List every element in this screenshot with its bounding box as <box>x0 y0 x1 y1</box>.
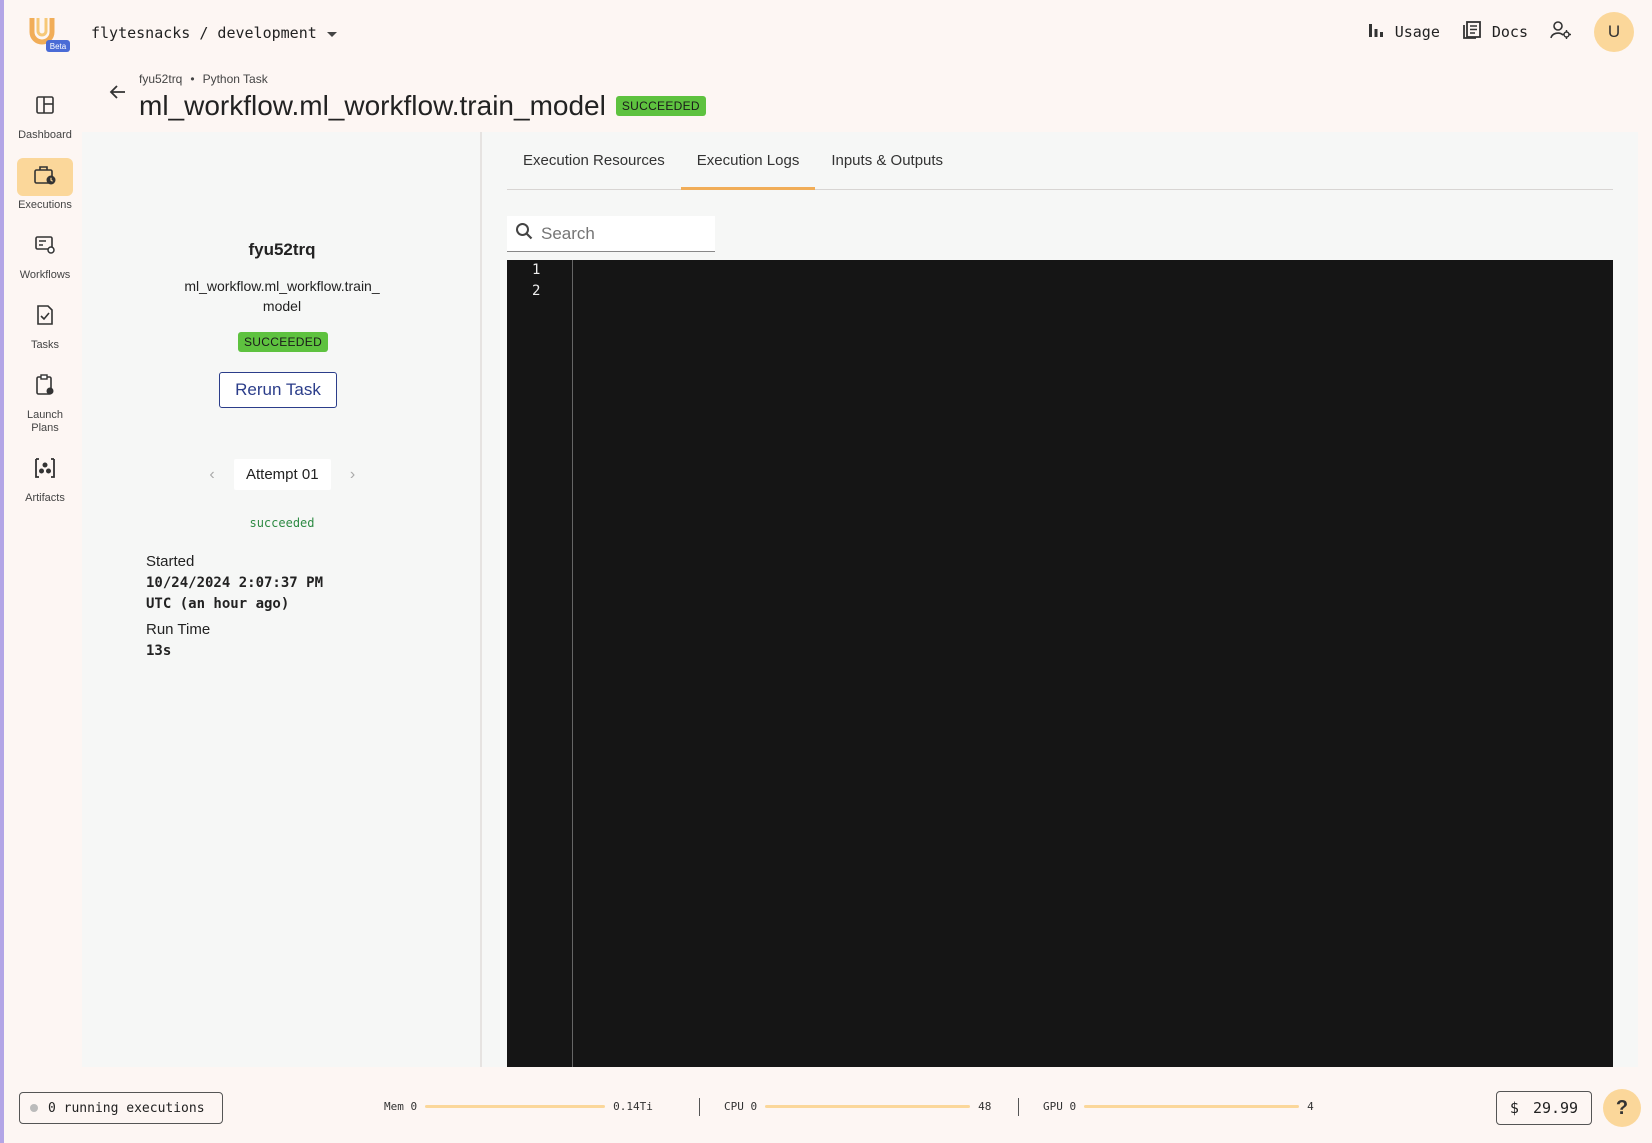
sidebar-nav: Dashboard Executions Workflows Tasks Lau… <box>4 82 84 515</box>
sidebar-item-dashboard[interactable]: Dashboard <box>17 82 73 146</box>
cost-display[interactable]: $ 29.99 <box>1496 1091 1592 1125</box>
sidebar-item-label: Executions <box>18 199 72 211</box>
log-console[interactable]: 1 2 <box>507 260 1613 1067</box>
status-badge: SUCCEEDED <box>238 332 329 352</box>
line-number: 1 <box>532 262 541 278</box>
top-bar: Beta flytesnacks / development Usage Doc… <box>4 0 1652 66</box>
task-details-panel: fyu52trq ml_workflow.ml_workflow.train_m… <box>82 132 482 1067</box>
tasks-icon <box>36 304 54 331</box>
gpu-usage: GPU 0 4 <box>1043 1100 1314 1113</box>
top-right-actions: Usage Docs U <box>1367 12 1634 52</box>
log-search <box>507 216 715 252</box>
tab-execution-logs[interactable]: Execution Logs <box>680 132 816 190</box>
runtime-value: 13s <box>146 643 172 659</box>
dashboard-icon <box>35 95 55 120</box>
started-value: 10/24/2024 2:07:37 PM UTC (an hour ago) <box>146 575 324 612</box>
usage-label: Usage <box>1394 23 1440 41</box>
search-icon <box>515 222 533 245</box>
task-name: ml_workflow.ml_workflow.train_model <box>184 278 380 314</box>
docs-link[interactable]: Docs <box>1462 20 1528 44</box>
status-dot-icon <box>30 1104 38 1112</box>
running-executions-label: 0 running executions <box>48 1100 205 1116</box>
project-path: flytesnacks / development <box>91 24 317 42</box>
attempt-status: succeeded <box>249 516 315 530</box>
bar-chart-icon <box>1367 21 1385 43</box>
sidebar-item-label: Dashboard <box>18 129 72 141</box>
gpu-bar <box>1084 1105 1300 1108</box>
breadcrumb-task-type: Python Task <box>202 72 268 86</box>
mem-max: 0.14Ti <box>613 1100 653 1113</box>
docs-label: Docs <box>1491 23 1528 41</box>
user-settings-icon <box>1550 20 1572 44</box>
tab-bar: Execution Resources Execution Logs Input… <box>507 132 1613 190</box>
sidebar-item-tasks[interactable]: Tasks <box>17 292 73 356</box>
running-executions-button[interactable]: 0 running executions <box>19 1092 223 1124</box>
avatar[interactable]: U <box>1594 12 1634 52</box>
page-title: ml_workflow.ml_workflow.train_model <box>139 90 606 121</box>
status-badge: SUCCEEDED <box>615 96 706 116</box>
launch-plans-icon <box>35 373 55 401</box>
chevron-left-icon[interactable]: ‹ <box>202 465 222 485</box>
sidebar-item-workflows[interactable]: Workflows <box>17 222 73 286</box>
logo-badge: Beta <box>50 42 67 51</box>
gpu-max: 4 <box>1307 1100 1314 1113</box>
cost-value: 29.99 <box>1532 1099 1579 1117</box>
mem-label: Mem 0 <box>384 1100 418 1113</box>
cpu-bar <box>765 1105 971 1108</box>
breadcrumb: fyu52trq • Python Task <box>139 72 268 86</box>
status-footer: 0 running executions Mem 0 0.14Ti CPU 0 … <box>4 1080 1648 1132</box>
dollar-icon: $ <box>1509 1099 1519 1117</box>
divider <box>1018 1098 1019 1116</box>
attempt-label: Attempt 01 <box>234 459 331 490</box>
executions-icon <box>33 164 57 191</box>
docs-icon <box>1462 20 1482 44</box>
sidebar-item-label: Tasks <box>30 339 60 351</box>
cpu-max: 48 <box>978 1100 992 1113</box>
execution-tabs-panel: Execution Resources Execution Logs Input… <box>507 132 1613 1067</box>
user-settings-button[interactable] <box>1550 20 1572 44</box>
main-panel: fyu52trq • Python Task ml_workflow.ml_wo… <box>82 64 1638 1067</box>
mem-usage: Mem 0 0.14Ti <box>384 1100 653 1113</box>
runtime-label: Run Time <box>146 621 211 638</box>
sidebar-item-label: Launch Plans <box>26 409 64 434</box>
sidebar-item-label: Artifacts <box>25 492 65 504</box>
search-input[interactable] <box>541 223 711 244</box>
gpu-label: GPU 0 <box>1043 1100 1077 1113</box>
tab-inputs-outputs[interactable]: Inputs & Outputs <box>815 132 959 190</box>
back-arrow-icon[interactable] <box>108 82 128 107</box>
breadcrumb-execution-id[interactable]: fyu52trq <box>139 72 182 86</box>
attempt-selector: ‹ Attempt 01 › <box>202 459 363 490</box>
page-header: fyu52trq • Python Task ml_workflow.ml_wo… <box>82 64 1638 132</box>
help-button[interactable]: ? <box>1603 1089 1641 1127</box>
divider <box>699 1098 700 1116</box>
line-number-gutter: 1 2 <box>507 260 573 1067</box>
cpu-usage: CPU 0 48 <box>724 1100 991 1113</box>
chevron-right-icon[interactable]: › <box>343 465 363 485</box>
usage-link[interactable]: Usage <box>1367 21 1440 43</box>
line-number: 2 <box>532 283 541 299</box>
sidebar-item-executions[interactable]: Executions <box>17 152 73 216</box>
workflows-icon <box>34 235 56 260</box>
project-selector[interactable]: flytesnacks / development <box>91 24 337 42</box>
sidebar-item-launch-plans[interactable]: Launch Plans <box>17 362 73 439</box>
sidebar-item-label: Workflows <box>19 269 71 281</box>
artifacts-icon <box>33 457 57 484</box>
cpu-label: CPU 0 <box>724 1100 758 1113</box>
breadcrumb-separator: • <box>190 72 195 86</box>
title-row: ml_workflow.ml_workflow.train_model SUCC… <box>139 90 706 122</box>
execution-meta: Started 10/24/2024 2:07:37 PM UTC (an ho… <box>146 553 326 662</box>
started-label: Started <box>146 553 195 570</box>
rerun-task-button[interactable]: Rerun Task <box>219 372 337 408</box>
mem-bar <box>425 1105 606 1108</box>
tab-execution-resources[interactable]: Execution Resources <box>507 132 681 190</box>
sidebar-item-artifacts[interactable]: Artifacts <box>17 445 73 509</box>
execution-id: fyu52trq <box>248 240 316 259</box>
union-logo-icon[interactable]: Beta <box>26 14 70 52</box>
chevron-down-icon <box>326 31 337 37</box>
